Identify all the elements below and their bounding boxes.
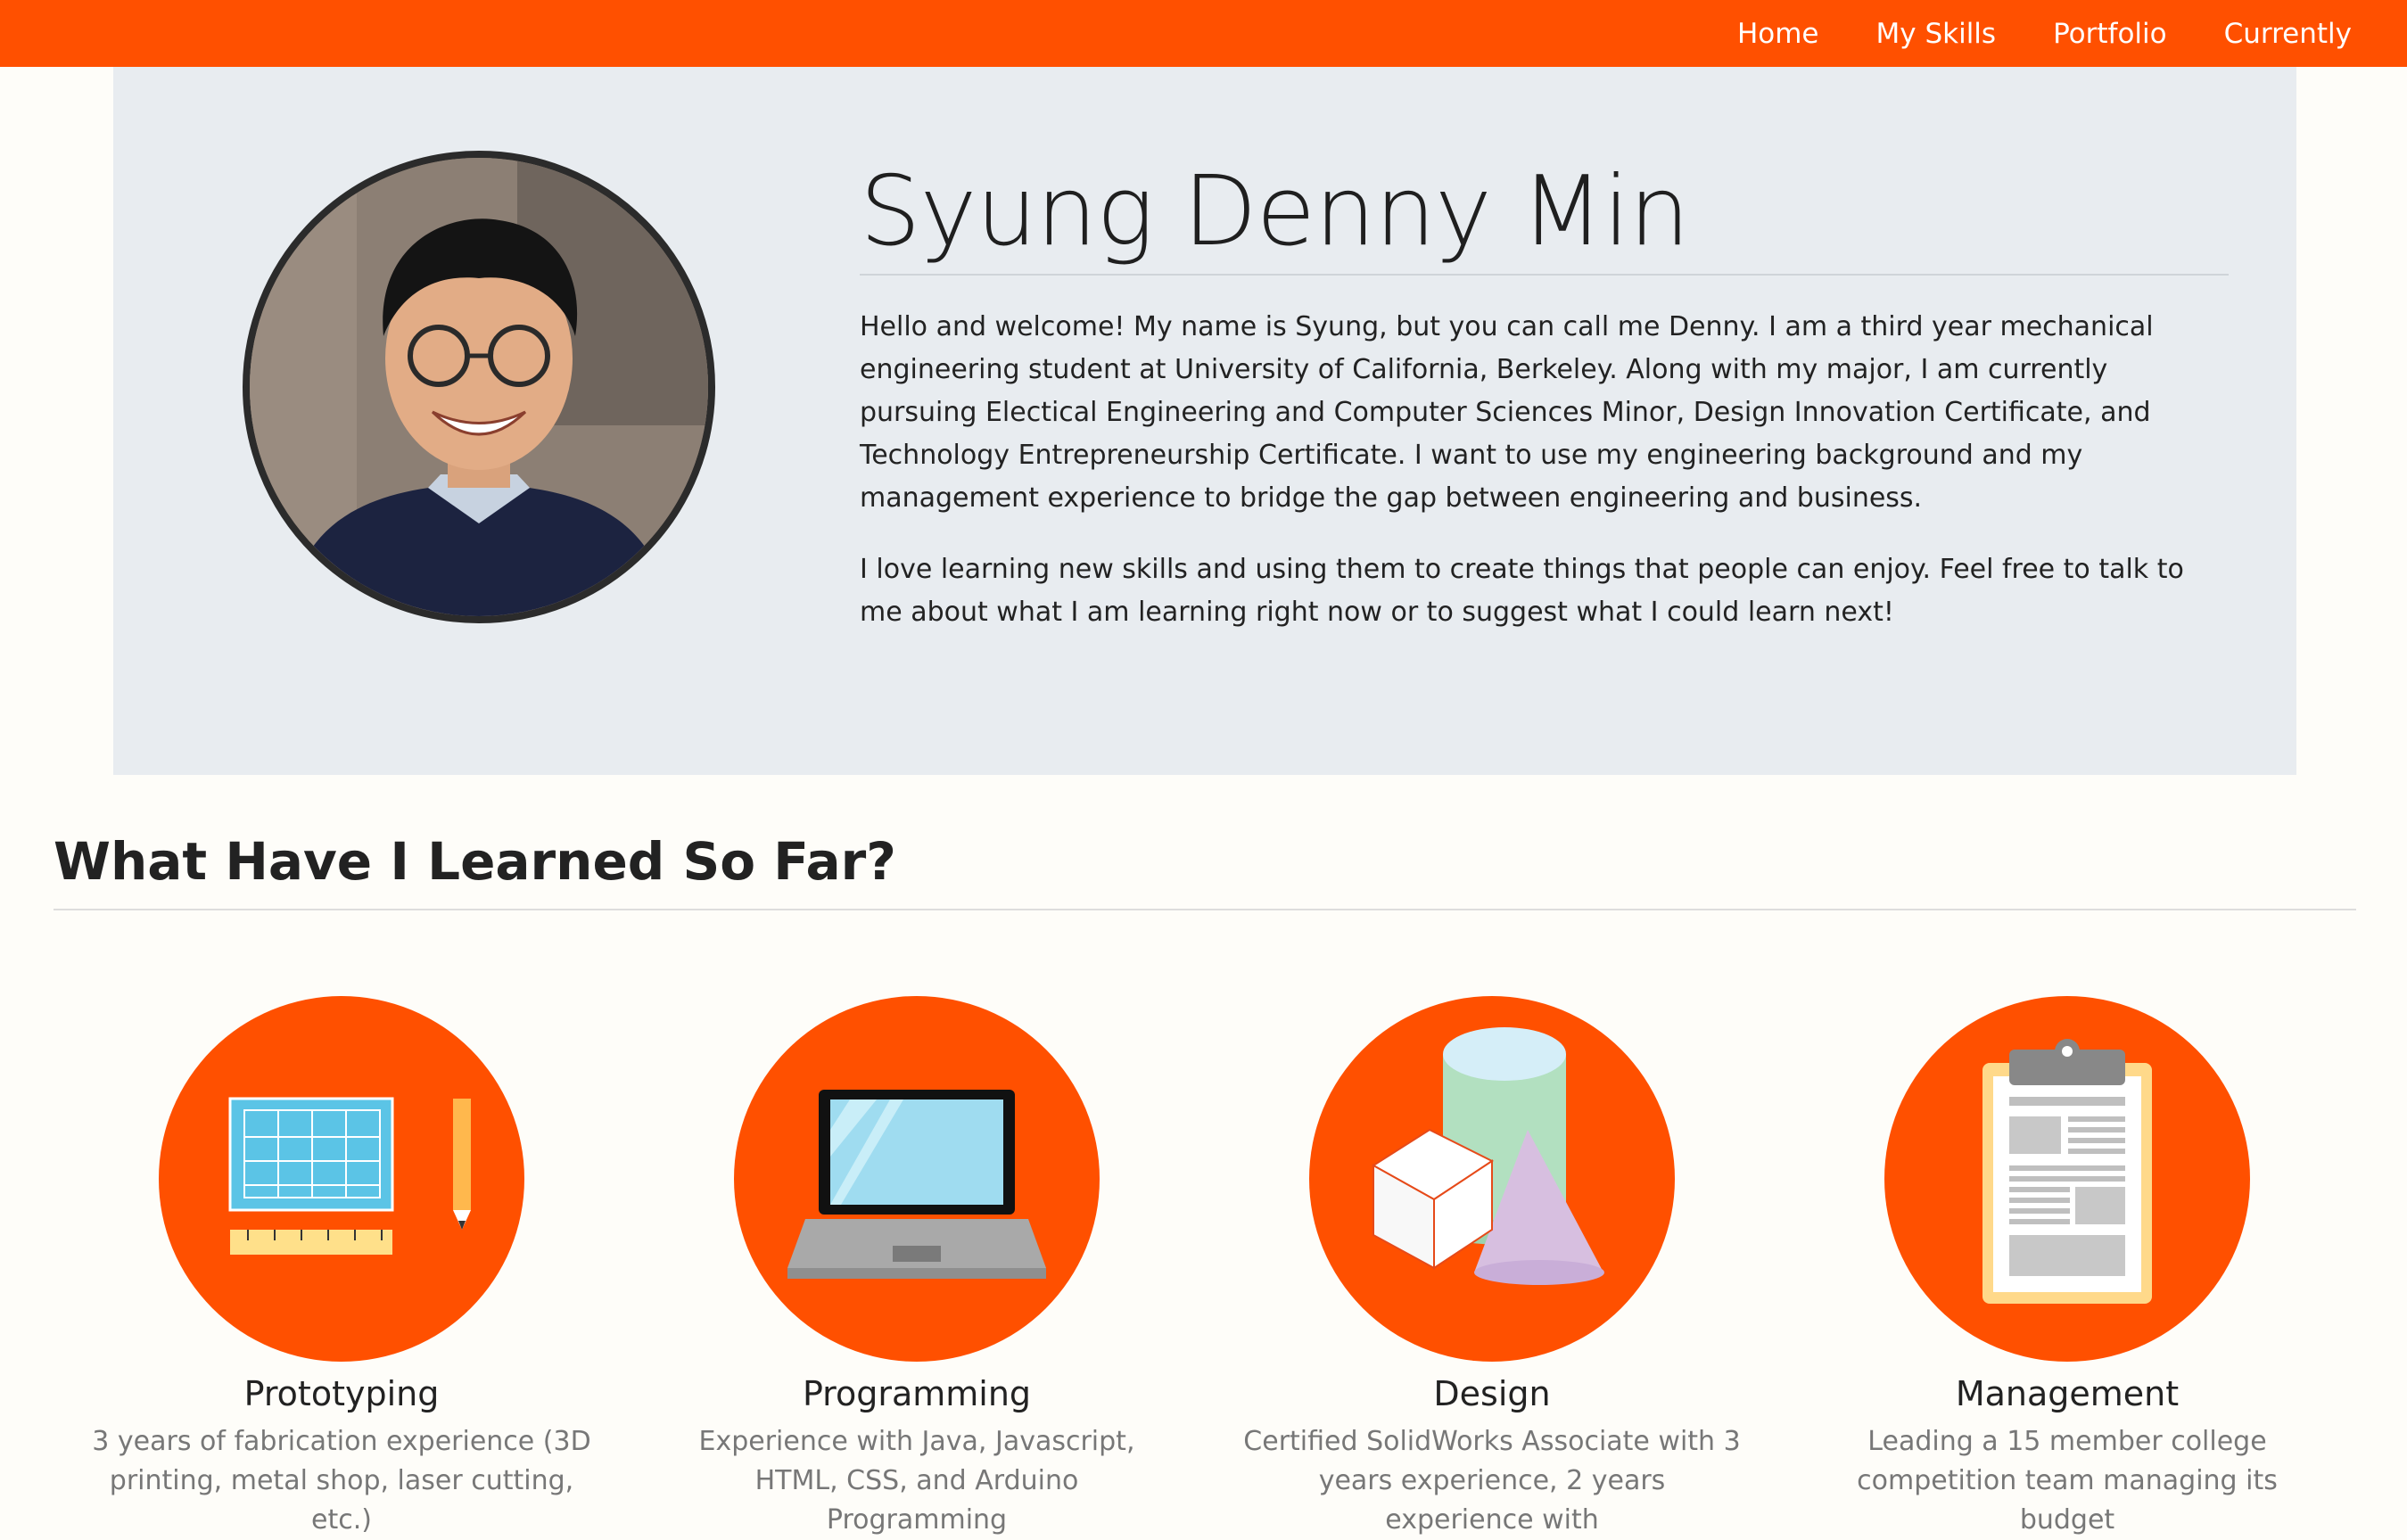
skill-card-prototyping: Prototyping 3 years of fabrication exper…	[56, 996, 627, 1540]
top-navbar: Home My Skills Portfolio Currently	[0, 0, 2407, 67]
title-divider	[860, 274, 2229, 276]
clipboard-icon	[1884, 996, 2250, 1362]
profile-photo	[243, 151, 715, 623]
laptop-icon	[734, 996, 1100, 1362]
skill-description: Experience with Java, Javascript, HTML, …	[698, 1426, 1135, 1536]
nav-links: Home My Skills Portfolio Currently	[1680, 0, 2352, 67]
skill-description: Leading a 15 member college competition …	[1857, 1426, 2278, 1536]
skill-card-management: Management Leading a 15 member college c…	[1782, 996, 2353, 1540]
nav-portfolio-link[interactable]: Portfolio	[2053, 18, 2167, 50]
skill-card-design: Design Certified SolidWorks Associate wi…	[1207, 996, 1777, 1540]
skill-name: Prototyping	[243, 1374, 440, 1413]
skill-name: Management	[1955, 1374, 2180, 1413]
learning-paragraph: I love learning new skills and using the…	[860, 554, 2184, 628]
skill-name: Programming	[802, 1374, 1032, 1413]
intro-paragraph: Hello and welcome! My name is Syung, but…	[860, 311, 2154, 514]
blueprint-icon	[159, 996, 524, 1362]
3d-shapes-icon	[1309, 996, 1675, 1362]
section-divider	[54, 909, 2356, 910]
nav-home-link[interactable]: Home	[1737, 18, 1819, 50]
skill-name: Design	[1433, 1374, 1551, 1413]
hero-section: Syung Denny Min Hello and welcome! My na…	[113, 67, 2296, 775]
skill-description: Certified SolidWorks Associate with 3 ye…	[1243, 1426, 1741, 1536]
skill-card-programming: Programming Experience with Java, Javasc…	[631, 996, 1202, 1540]
page-title: Syung Denny Min	[860, 156, 1690, 268]
skill-description: 3 years of fabrication experience (3D pr…	[92, 1426, 591, 1536]
nav-currently-link[interactable]: Currently	[2224, 18, 2352, 50]
nav-skills-link[interactable]: My Skills	[1876, 18, 1997, 50]
skills-heading: What Have I Learned So Far?	[54, 831, 896, 892]
